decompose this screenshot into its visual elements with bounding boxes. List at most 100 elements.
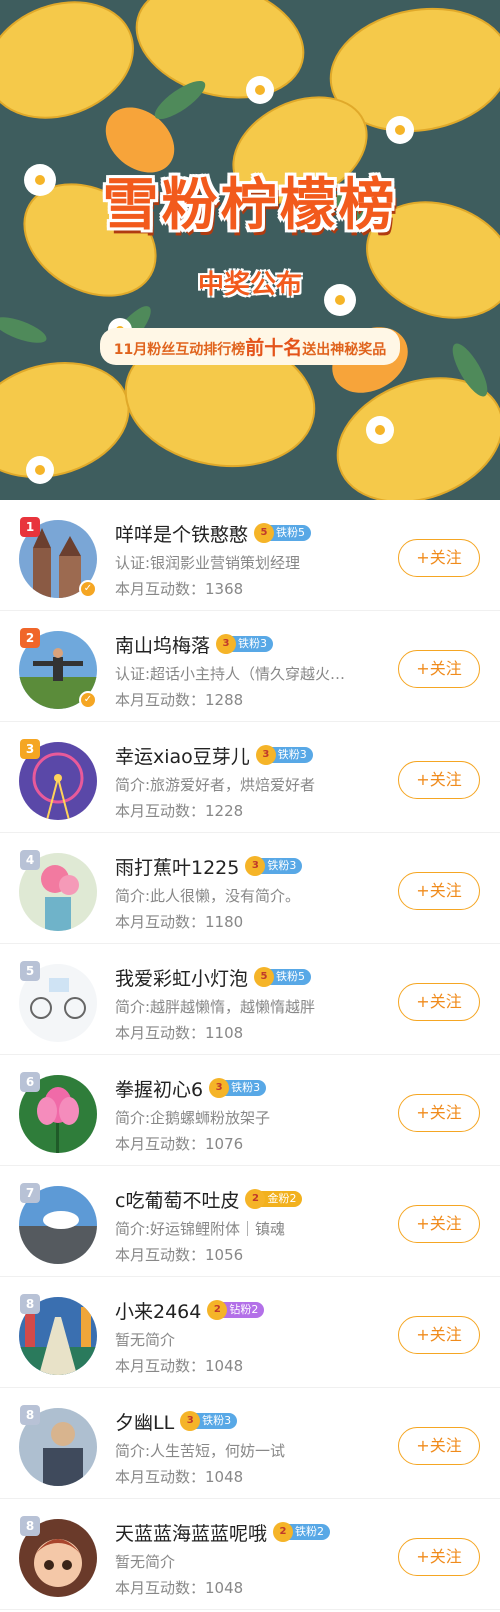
fan-crown-icon: 3 <box>209 1078 230 1098</box>
fan-crown-icon: 2 <box>273 1522 294 1542</box>
user-description: 简介:此人很懒，没有简介。 <box>115 887 301 905</box>
follow-button[interactable]: +关注 <box>398 1316 480 1354</box>
interaction-count: 本月互动数：1048 <box>115 1357 244 1375</box>
user-description: 认证:银润影业营销策划经理 <box>115 554 301 572</box>
interaction-count: 本月互动数：1108 <box>115 1024 244 1042</box>
follow-button[interactable]: +关注 <box>398 1205 480 1243</box>
rank-badge: 7 <box>20 1183 40 1203</box>
fan-crown-icon: 3 <box>255 745 276 765</box>
user-description: 简介:人生苦短，何妨一试 <box>115 1442 286 1460</box>
interaction-count: 本月互动数：1056 <box>115 1246 244 1264</box>
fan-badge: 3 铁粉3 <box>180 1411 238 1431</box>
fan-level-label: 铁粉3 <box>269 747 313 763</box>
fan-level-label: 铁粉3 <box>223 1080 267 1096</box>
list-item[interactable]: 1 ✓ 咩咩是个铁憨憨 5 铁粉5 认证:银润影业营销策划经理 本月互动数：1368 +关注 <box>0 500 500 611</box>
list-item[interactable]: 3 幸运xiao豆芽儿 3 铁粉3 简介:旅游爱好者，烘焙爱好者 本月互动数：1228 +关… <box>0 722 500 833</box>
user-name[interactable]: c吃葡萄不吐皮 <box>115 1186 239 1213</box>
interaction-count: 本月互动数：1076 <box>115 1135 244 1153</box>
list-item[interactable]: 6 拳握初心6 3 铁粉3 简介:企鹅螺蛳粉放架子 本月互动数：1076 +关注 <box>0 1055 500 1166</box>
user-name[interactable]: 小来2464 <box>115 1297 201 1324</box>
rank-badge: 8 <box>20 1294 40 1314</box>
fan-level-label: 铁粉5 <box>268 525 312 541</box>
list-item[interactable]: 8 天蓝蓝海蓝蓝呢哦 2 铁粉2 暂无简介本月互动数：1048 +关注 <box>0 1499 500 1610</box>
follow-button[interactable]: +关注 <box>398 1427 480 1465</box>
lemon-pattern-background <box>0 0 500 500</box>
rank-badge: 8 <box>20 1405 40 1425</box>
user-name[interactable]: 夕幽LL <box>115 1408 174 1435</box>
fan-badge: 3 铁粉3 <box>255 745 313 765</box>
follow-button[interactable]: +关注 <box>398 872 480 910</box>
list-item[interactable]: 5 我爱彩虹小灯泡 5 铁粉5 简介:越胖越懒惰，越懒惰越胖 本月互动数：1108 +关注 <box>0 944 500 1055</box>
fan-crown-icon: 5 <box>254 967 275 987</box>
fan-level-label: 铁粉3 <box>194 1413 238 1429</box>
fan-badge: 2 铁粉2 <box>273 1522 331 1542</box>
list-item[interactable]: 7 c吃葡萄不吐皮 2 金粉2 简介:好运锦鲤附体｜镇魂 本月互动数：1056 +关注 <box>0 1166 500 1277</box>
rank-badge: 5 <box>20 961 40 981</box>
user-description: 简介:旅游爱好者，烘焙爱好者 <box>115 776 316 794</box>
fan-badge: 5 铁粉5 <box>254 523 312 543</box>
user-name[interactable]: 我爱彩虹小灯泡 <box>115 964 248 991</box>
user-name[interactable]: 咩咩是个铁憨憨 <box>115 520 248 547</box>
tagline-pill: 11月粉丝互动排行榜前十名送出神秘奖品 <box>99 328 401 365</box>
fan-level-label: 钻粉2 <box>221 1302 265 1318</box>
list-item[interactable]: 8 夕幽LL 3 铁粉3 简介:人生苦短，何妨一试 本月互动数：1048 +关注 <box>0 1388 500 1499</box>
follow-button[interactable]: +关注 <box>398 650 480 688</box>
tagline-highlight: 前十名 <box>245 337 303 359</box>
user-description: 简介:好运锦鲤附体｜镇魂 <box>115 1220 286 1238</box>
rank-badge: 6 <box>20 1072 40 1092</box>
fan-level-label: 铁粉5 <box>268 969 312 985</box>
name-line: 咩咩是个铁憨憨 5 铁粉5 <box>115 520 312 547</box>
list-item[interactable]: 4 雨打蕉叶1225 3 铁粉3 简介:此人很懒，没有简介。 本月互动数：1180 +关注 <box>0 833 500 944</box>
fan-crown-icon: 5 <box>254 523 275 543</box>
banner-title: 雪粉柠檬榜 <box>102 173 398 238</box>
rank-badge: 3 <box>20 739 40 759</box>
fan-badge: 5 铁粉5 <box>254 967 312 987</box>
user-name[interactable]: 天蓝蓝海蓝蓝呢哦 <box>115 1519 267 1546</box>
name-line: 天蓝蓝海蓝蓝呢哦 2 铁粉2 <box>115 1519 331 1546</box>
fan-level-label: 铁粉3 <box>230 636 274 652</box>
name-line: 我爱彩虹小灯泡 5 铁粉5 <box>115 964 312 991</box>
list-item[interactable]: 2 ✓ 南山坞梅落 3 铁粉3 认证:超话小主持人（情久穿越火… 本月互动数：1288 +关注 <box>0 611 500 722</box>
rank-badge: 2 <box>20 628 40 648</box>
follow-button[interactable]: +关注 <box>398 1094 480 1132</box>
interaction-count: 本月互动数：1048 <box>115 1468 244 1486</box>
interaction-count: 本月互动数：1228 <box>115 802 244 820</box>
user-name[interactable]: 拳握初心6 <box>115 1075 203 1102</box>
fan-level-label: 铁粉2 <box>287 1524 331 1540</box>
fan-badge: 3 铁粉3 <box>245 856 303 876</box>
follow-button[interactable]: +关注 <box>398 539 480 577</box>
follow-button[interactable]: +关注 <box>398 761 480 799</box>
lemon-banner: 雪粉柠檬榜 中奖公布 11月粉丝互动排行榜前十名送出神秘奖品 <box>0 0 500 500</box>
user-description: 暂无简介 <box>115 1553 176 1571</box>
rank-badge: 8 <box>20 1516 40 1536</box>
banner-tagline: 11月粉丝互动排行榜前十名送出神秘奖品 <box>0 328 500 365</box>
interaction-count: 本月互动数：1180 <box>115 913 244 931</box>
interaction-count: 本月互动数：1288 <box>115 691 244 709</box>
name-line: 南山坞梅落 3 铁粉3 <box>115 631 274 658</box>
fan-badge: 3 铁粉3 <box>209 1078 267 1098</box>
follow-button[interactable]: +关注 <box>398 983 480 1021</box>
name-line: 夕幽LL 3 铁粉3 <box>115 1408 238 1435</box>
verified-icon: ✓ <box>79 691 97 709</box>
user-name[interactable]: 雨打蕉叶1225 <box>115 853 239 880</box>
fan-badge: 2 金粉2 <box>245 1189 303 1209</box>
name-line: c吃葡萄不吐皮 2 金粉2 <box>115 1186 303 1213</box>
rank-badge: 4 <box>20 850 40 870</box>
tagline-suffix: 送出神秘奖品 <box>302 342 387 358</box>
name-line: 幸运xiao豆芽儿 3 铁粉3 <box>115 742 313 768</box>
banner-subtitle: 中奖公布 <box>197 270 302 300</box>
interaction-count: 本月互动数：1048 <box>115 1579 244 1597</box>
name-line: 雨打蕉叶1225 3 铁粉3 <box>115 853 303 880</box>
user-name[interactable]: 南山坞梅落 <box>115 631 210 658</box>
user-description: 简介:企鹅螺蛳粉放架子 <box>115 1109 271 1127</box>
user-description: 暂无简介 <box>115 1331 176 1349</box>
fan-crown-icon: 3 <box>216 634 237 654</box>
fan-level-label: 金粉2 <box>259 1191 303 1207</box>
follow-button[interactable]: +关注 <box>398 1538 480 1576</box>
list-item[interactable]: 8 小来2464 2 钻粉2 暂无简介本月互动数：1048 +关注 <box>0 1277 500 1388</box>
user-description: 认证:超话小主持人（情久穿越火… <box>115 665 346 683</box>
user-description: 简介:越胖越懒惰，越懒惰越胖 <box>115 998 316 1016</box>
name-line: 小来2464 2 钻粉2 <box>115 1297 265 1324</box>
name-line: 拳握初心6 3 铁粉3 <box>115 1075 267 1102</box>
user-name[interactable]: 幸运xiao豆芽儿 <box>115 742 250 769</box>
